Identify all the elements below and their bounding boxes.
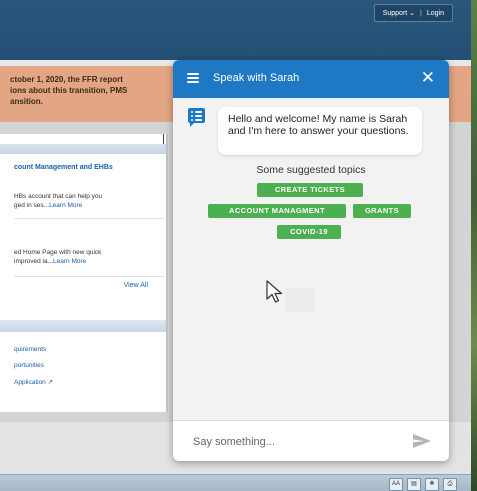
chat-scroll-area — [173, 256, 449, 411]
support-menu[interactable]: Support ⌄ — [383, 9, 415, 17]
topic-account-management[interactable]: ACCOUNT MANAGMENT — [208, 204, 346, 218]
close-icon[interactable]: ✕ — [421, 68, 435, 88]
chat-header: Speak with Sarah ✕ — [173, 60, 449, 98]
learn-more-link[interactable]: Learn More — [49, 202, 82, 209]
topic-grants[interactable]: GRANTS — [353, 204, 411, 218]
card-section-header — [0, 320, 166, 332]
nav-separator: | — [420, 9, 422, 17]
app-page: Support ⌄ | Login ctober 1, 2020, the FF… — [0, 0, 477, 491]
view-all-link[interactable]: View All — [124, 282, 148, 289]
alert-line: ctober 1, 2020, the FFR report — [10, 75, 123, 84]
chat-message-input[interactable] — [191, 431, 395, 453]
news-item: HBs account that can help you ged in ses… — [14, 192, 102, 210]
section-title[interactable]: count Management and EHBs — [14, 164, 113, 171]
divider — [14, 276, 164, 277]
text-size-icon[interactable]: AA — [389, 478, 403, 491]
alert-line: ions about this transition, PMS — [10, 86, 128, 95]
bot-message-bubble: Hello and welcome! My name is Sarah and … — [218, 107, 422, 155]
mouse-pointer-icon — [266, 280, 283, 303]
send-icon[interactable] — [413, 434, 431, 448]
resource-link[interactable]: quirements — [14, 346, 46, 353]
welcome-message: Hello and welcome! My name is Sarah and … — [228, 113, 409, 137]
loading-placeholder — [285, 288, 315, 312]
news-item-text: HBs account that can help you — [14, 193, 103, 200]
divider — [14, 218, 164, 219]
resource-link[interactable]: portunities — [14, 362, 44, 369]
news-card: count Management and EHBs HBs account th… — [0, 134, 168, 412]
background-edge — [471, 0, 477, 491]
topic-covid-19[interactable]: COVID-19 — [277, 225, 341, 239]
news-item-text: ged in ses... — [14, 202, 50, 209]
login-link[interactable]: Login — [427, 10, 444, 17]
learn-more-link[interactable]: Learn More — [53, 258, 86, 265]
chat-input-bar — [173, 420, 449, 461]
chat-widget: Speak with Sarah ✕ Hello and welcome! My… — [173, 60, 449, 461]
resource-link[interactable]: Application ↗ — [14, 378, 53, 386]
news-item-text: ed Home Page with new quick — [14, 249, 102, 256]
topics-heading: Some suggested topics — [256, 164, 366, 176]
page-icon[interactable]: ▤ — [407, 478, 421, 491]
site-header: Support ⌄ | Login — [0, 0, 471, 60]
alert-line: ansition. — [10, 97, 43, 106]
card-section-header — [0, 144, 166, 154]
addon-icon[interactable]: ❖ — [425, 478, 439, 491]
alert-text: ctober 1, 2020, the FFR report ions abou… — [10, 74, 180, 107]
status-icons: AA ▤ ❖ ⎙ — [389, 478, 457, 491]
browser-status-bar: AA ▤ ❖ ⎙ — [0, 474, 471, 491]
chat-title: Speak with Sarah — [213, 72, 300, 84]
bot-message-icon — [188, 108, 205, 127]
news-item-text: improved la... — [14, 258, 54, 265]
topic-create-tickets[interactable]: CREATE TICKETS — [257, 183, 363, 197]
header-nav: Support ⌄ | Login — [373, 4, 453, 22]
news-item: ed Home Page with new quick improved la.… — [14, 248, 101, 266]
menu-icon[interactable] — [187, 73, 199, 83]
print-icon[interactable]: ⎙ — [443, 478, 457, 491]
